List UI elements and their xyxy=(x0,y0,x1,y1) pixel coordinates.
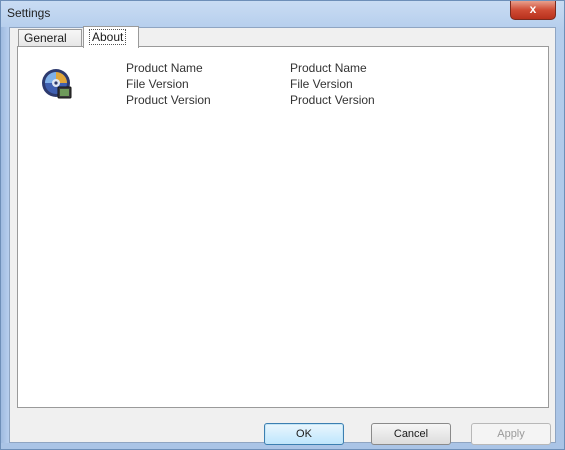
title-bar[interactable]: Settings x xyxy=(1,1,564,27)
info-values: Product Name File Version Product Versio… xyxy=(290,60,375,108)
apply-button[interactable]: Apply xyxy=(471,423,551,445)
disc-app-icon xyxy=(42,69,72,99)
close-icon: x xyxy=(529,2,537,16)
ok-button[interactable]: OK xyxy=(264,423,344,445)
value-product-version: Product Version xyxy=(290,93,375,107)
label-product-version: Product Version xyxy=(126,93,211,107)
tab-general[interactable]: General xyxy=(18,29,82,47)
value-product-name: Product Name xyxy=(290,61,367,75)
close-button[interactable]: x xyxy=(510,1,556,20)
about-panel: Product Name File Version Product Versio… xyxy=(17,46,549,408)
info-labels: Product Name File Version Product Versio… xyxy=(126,60,211,108)
tab-about[interactable]: About xyxy=(83,26,139,48)
label-product-name: Product Name xyxy=(126,61,203,75)
tab-general-label: General xyxy=(24,31,67,45)
cancel-button[interactable]: Cancel xyxy=(371,423,451,445)
value-file-version: File Version xyxy=(290,77,353,91)
window-title: Settings xyxy=(7,6,51,20)
label-file-version: File Version xyxy=(126,77,189,91)
window-frame-left xyxy=(1,27,9,443)
settings-window: Settings x General About Product Name Fi… xyxy=(0,0,565,450)
tab-about-label: About xyxy=(89,29,127,45)
